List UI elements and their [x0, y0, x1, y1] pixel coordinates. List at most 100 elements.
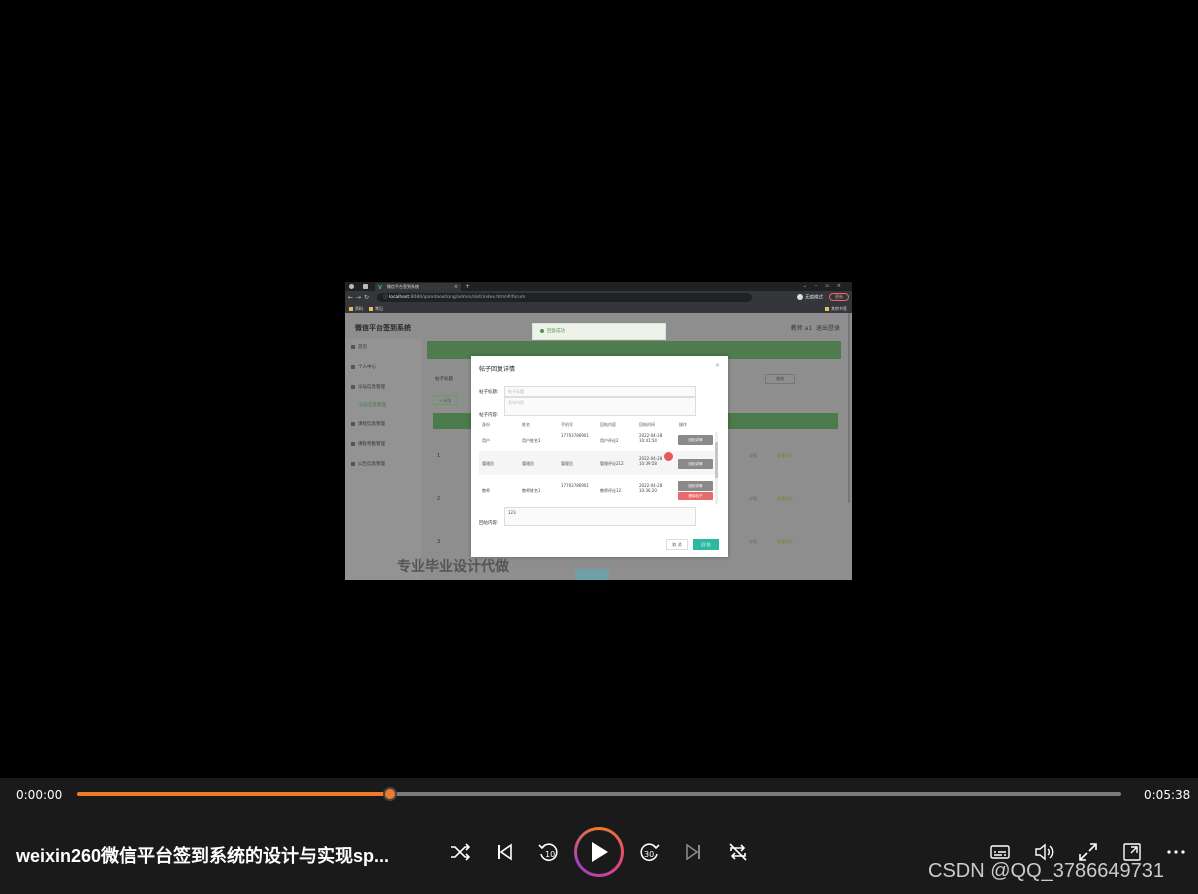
duration: 0:05:38 [1144, 788, 1191, 802]
column-header: 手机号 [561, 422, 573, 427]
rewind-10-icon[interactable]: 10 [536, 840, 560, 864]
browser-tab-bar: V 微信平台签到系统 × + ⌄–▫× [345, 282, 852, 291]
delete-post-button: 删除帖子 [678, 492, 713, 500]
reply-time: 2022-04-28 10:36:20 [639, 483, 663, 493]
search-button: 查询 [765, 374, 795, 384]
post-content-label: 帖子内容: [479, 413, 499, 418]
url-host: localhost [388, 295, 410, 300]
dialog-title: 帖子回复详情 [479, 366, 516, 373]
player-controls: 0:00:00 0:05:38 weixin260微信平台签到系统的设计与实现s… [0, 778, 1198, 894]
reply-role: 管理员 [482, 461, 494, 466]
play-button[interactable] [574, 827, 624, 877]
table-row-number: 2 [437, 496, 441, 502]
vue-icon: V [378, 285, 382, 291]
address-bar: ←→↻ ⓘ localhost:8080/qiandaoxitong/admin… [345, 291, 852, 304]
reply-role: 教师 [482, 488, 490, 493]
reply-dialog: 帖子回复详情 × 帖子标题: 帖子标题 发布内容 帖子内容: 身份 姓名 手机号… [471, 356, 728, 557]
url-field: ⓘ localhost:8080/qiandaoxitong/admin/dis… [377, 293, 752, 302]
sidebar-item-course: 课程信息管理 [351, 421, 385, 427]
other-bookmarks: 其他书签 [825, 304, 847, 313]
row-comment-link: 查看评论 [777, 496, 793, 501]
reply-content: 管理评论212 [600, 461, 624, 466]
tab-close-icon: × [453, 284, 458, 290]
submit-reply-button: 回 帖 [693, 539, 719, 550]
shuffle-icon[interactable] [448, 840, 472, 864]
video-frame[interactable]: V 微信平台签到系统 × + ⌄–▫× ←→↻ ⓘ localhost:8080… [345, 282, 852, 580]
app-user-area: 教师 a1 退出登录 [791, 323, 840, 332]
previous-icon[interactable] [492, 840, 516, 864]
row-detail-link: 详情 [749, 496, 757, 501]
url-path: :8080/qiandaoxitong/admin/dist/index.htm… [409, 295, 526, 300]
svg-text:30: 30 [644, 850, 654, 859]
play-icon [592, 842, 608, 862]
reply-content-label: 回帖内容: [479, 521, 499, 526]
column-header: 姓名 [522, 422, 530, 427]
sidebar-item-home: 首页 [351, 344, 367, 350]
reply-detail-button: 回帖详情 [678, 459, 713, 469]
browser-tab: V 微信平台签到系统 × [375, 283, 461, 291]
reply-role: 用户 [482, 438, 490, 443]
row-image [575, 569, 609, 580]
reply-name: 教师姓名1 [522, 488, 541, 493]
update-button: 更新 [829, 293, 849, 301]
success-toast: 回复成功 [532, 323, 666, 340]
add-button: + 新增 [433, 395, 457, 405]
post-title-label: 帖子标题: [479, 390, 499, 395]
incognito-label: 无痕模式 [797, 294, 823, 302]
row-comment-link: 查看评论 [777, 453, 793, 458]
bookmark-item: 资料 [349, 304, 363, 313]
bookmarks-bar: 资料 常见 其他书签 [345, 304, 852, 313]
row-detail-link: 详情 [749, 453, 757, 458]
reply-phone: 17703786901 [561, 483, 589, 488]
dialog-table-scrollbar [715, 432, 718, 504]
app-title: 微信平台签到系统 [355, 324, 411, 332]
current-time: 0:00:00 [16, 788, 63, 802]
more-icon[interactable] [1164, 840, 1188, 864]
reply-content: 教师评论12 [600, 488, 622, 493]
column-header: 操作 [679, 422, 687, 427]
tab-list-icon [363, 284, 368, 289]
sidebar-item-profile: 个人中心 [351, 364, 376, 370]
repeat-icon[interactable] [726, 840, 750, 864]
post-content-input: 发布内容 [504, 397, 696, 416]
cursor-indicator [664, 452, 673, 461]
nav-buttons: ←→↻ [348, 294, 373, 301]
reply-name: 管理员 [522, 461, 534, 466]
column-header: 身份 [482, 422, 490, 427]
next-icon[interactable] [682, 840, 706, 864]
app-page: 微信平台签到系统 教师 a1 退出登录 首页 个人中心 论坛信息管理 论坛信息管… [345, 313, 852, 580]
seek-bar[interactable] [77, 787, 1121, 801]
csdn-watermark: CSDN @QQ_3786649731 [928, 860, 1164, 882]
sidebar-item-forum: 论坛信息管理 [351, 384, 385, 390]
logout-link: 退出登录 [815, 325, 840, 332]
svg-text:10: 10 [545, 850, 555, 859]
seek-thumb[interactable] [383, 787, 398, 801]
seek-bar-progress [77, 792, 391, 796]
table-row-number: 1 [437, 453, 441, 459]
sidebar-subitem-forum: 论坛信息管理 [359, 403, 386, 408]
sidebar-item-notice: 公告信息管理 [351, 461, 385, 467]
reply-name: 用户姓名1 [522, 438, 541, 443]
sidebar-item-attendance: 课程考勤管理 [351, 441, 385, 447]
column-header: 回帖时间 [639, 422, 655, 427]
sidebar: 首页 个人中心 论坛信息管理 论坛信息管理 课程信息管理 课程考勤管理 公告信息… [345, 339, 421, 580]
filter-label: 帖子标题 [435, 377, 453, 382]
browser-icon [349, 284, 354, 289]
reply-time: 2022-04-28 10:41:54 [639, 433, 663, 443]
post-title-input: 帖子标题 [504, 386, 696, 397]
new-tab-icon: + [465, 283, 471, 290]
row-detail-link: 详情 [749, 539, 757, 544]
forward-30-icon[interactable]: 30 [638, 840, 662, 864]
close-icon: × [714, 362, 720, 369]
column-header: 回帖内容 [600, 422, 616, 427]
reply-detail-button: 回帖详情 [678, 481, 713, 491]
user-label: 教师 a1 [790, 325, 813, 332]
reply-phone: 17703786901 [561, 433, 589, 438]
page-scrollbar [848, 313, 850, 503]
reply-content-input: 123 [504, 507, 696, 526]
video-title: weixin260微信平台签到系统的设计与实现sp... [16, 846, 390, 866]
row-comment-link: 查看评论 [777, 539, 793, 544]
reply-content: 用户评论2 [600, 438, 619, 443]
reply-phone: 管理员 [561, 461, 573, 466]
window-controls: ⌄–▫× [802, 283, 849, 289]
